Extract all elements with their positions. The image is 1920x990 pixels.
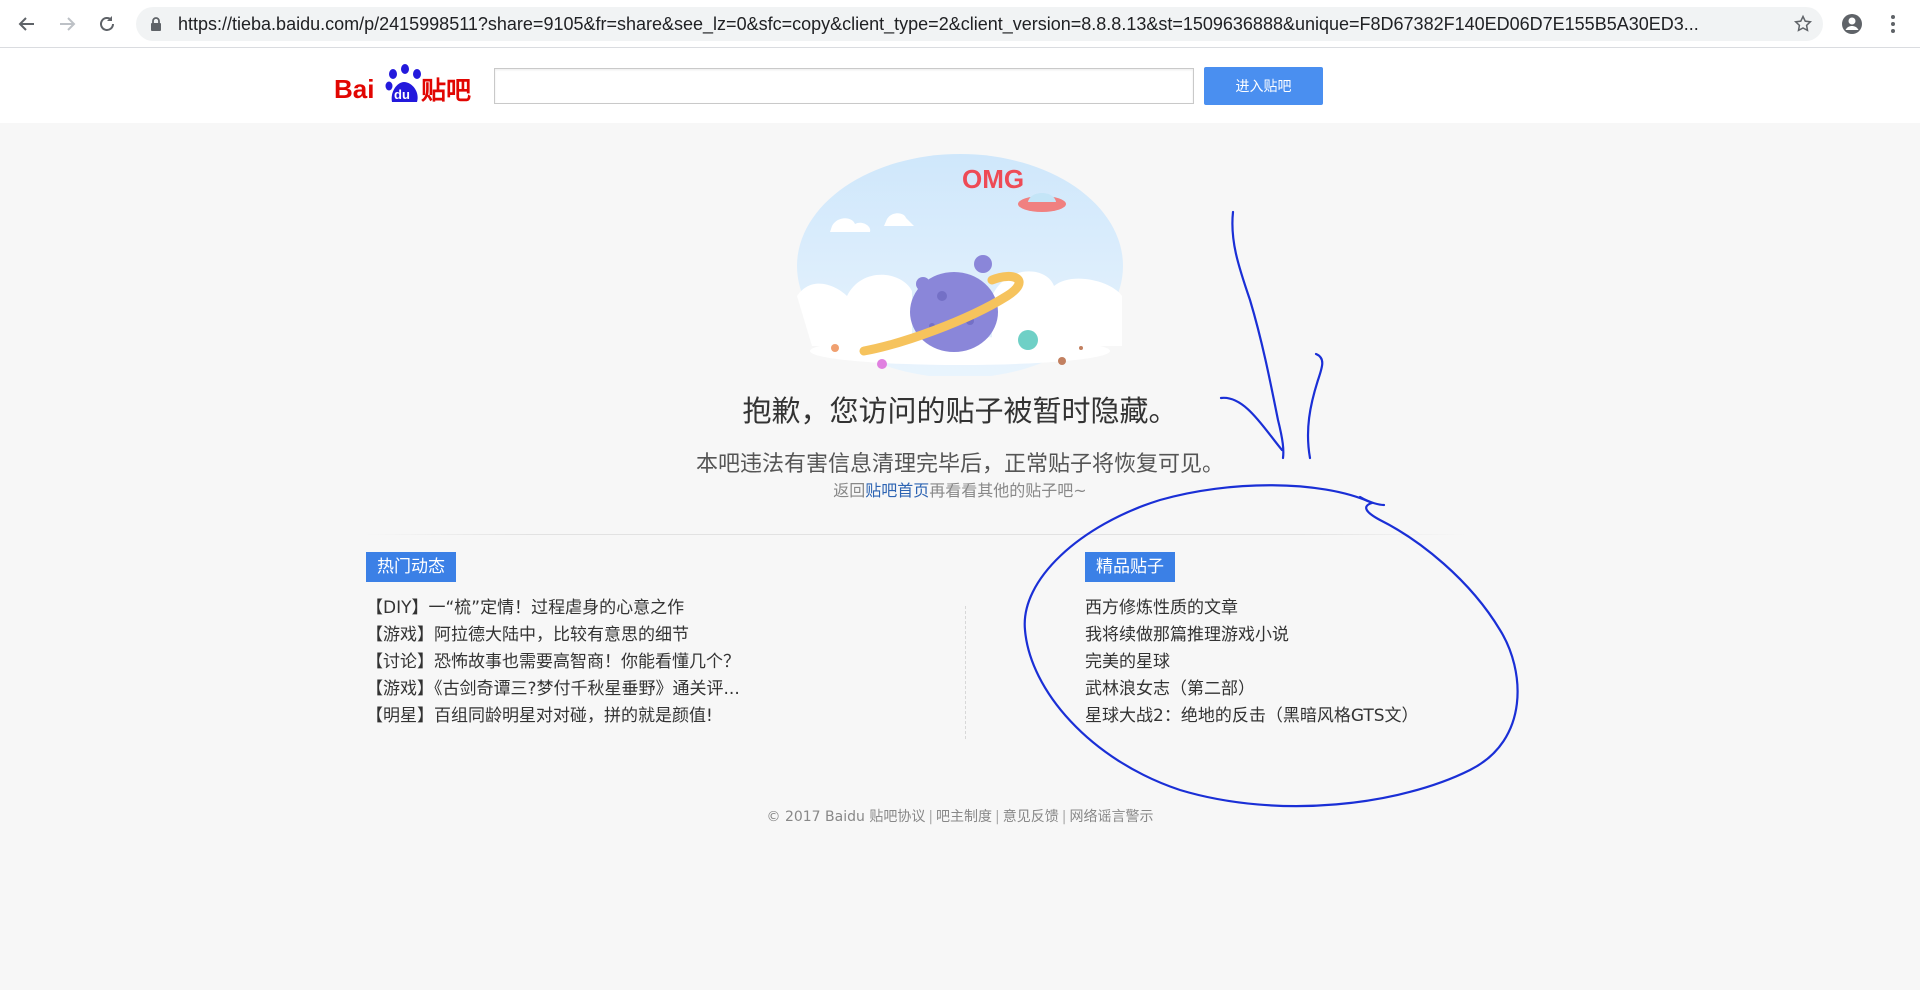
lock-icon	[150, 16, 162, 36]
hot-post-item[interactable]: 【明星】百组同龄明星对对碰，拼的就是颜值!	[366, 703, 740, 730]
page-footer: © 2017 Baidu 贴吧协议 | 吧主制度 | 意见反馈 | 网络谣言警示	[766, 809, 1154, 825]
footer-link-agreement[interactable]: 贴吧协议	[869, 809, 925, 825]
featured-post-item[interactable]: 西方修炼性质的文章	[1085, 595, 1419, 622]
svg-text:贴吧: 贴吧	[421, 76, 471, 105]
hidden-post-explanation: 本吧违法有害信息清理完毕后，正常贴子将恢复可见。	[695, 452, 1224, 477]
featured-post-item[interactable]: 完美的星球	[1085, 649, 1419, 676]
baidu-tieba-logo[interactable]: Bai du 贴吧	[333, 58, 483, 108]
copyright-text: © 2017 Baidu	[766, 809, 865, 825]
back-to-home-line: 返回贴吧首页再看看其他的贴子吧~	[0, 477, 1920, 501]
star-icon[interactable]	[1793, 14, 1813, 38]
back-suffix: 再看看其他的贴子吧~	[929, 481, 1087, 500]
forward-arrow-icon[interactable]	[53, 10, 81, 38]
featured-post-list: 西方修炼性质的文章 我将续做那篇推理游戏小说 完美的星球 武林浪女志（第二部） …	[1085, 595, 1419, 730]
featured-post-item[interactable]: 星球大战2：绝地的反击（黑暗风格GTS文）	[1085, 703, 1419, 730]
hot-post-item[interactable]: 【讨论】恐怖故事也需要高智商！你能看懂几个？	[366, 649, 740, 676]
tieba-home-link[interactable]: 贴吧首页	[865, 481, 929, 500]
omg-planet-illustration: OMG	[792, 146, 1128, 378]
featured-post-item[interactable]: 我将续做那篇推理游戏小说	[1085, 622, 1419, 649]
browser-toolbar: https://tieba.baidu.com/p/2415998511?sha…	[0, 0, 1920, 48]
svg-text:du: du	[394, 87, 410, 102]
back-prefix: 返回	[833, 481, 866, 500]
account-icon[interactable]	[1838, 10, 1866, 38]
footer-link-moderator-rules[interactable]: 吧主制度	[936, 809, 992, 825]
section-divider	[366, 534, 1466, 535]
hot-post-list: 【DIY】一“梳”定情！过程虐身的心意之作 【游戏】阿拉德大陆中，比较有意思的细…	[366, 595, 740, 730]
address-bar[interactable]: https://tieba.baidu.com/p/2415998511?sha…	[136, 7, 1823, 41]
svg-text:Bai: Bai	[334, 74, 374, 104]
hidden-post-headline: 抱歉，您访问的贴子被暂时隐藏。	[742, 394, 1178, 428]
featured-section-title: 精品贴子	[1085, 552, 1175, 582]
hot-post-item[interactable]: 【游戏】阿拉德大陆中，比较有意思的细节	[366, 622, 740, 649]
footer-link-feedback[interactable]: 意见反馈	[1003, 809, 1059, 825]
back-arrow-icon[interactable]	[13, 10, 41, 38]
hot-post-item[interactable]: 【DIY】一“梳”定情！过程虐身的心意之作	[366, 595, 740, 622]
hot-section-title: 热门动态	[366, 552, 456, 582]
tieba-search-input[interactable]	[494, 68, 1194, 104]
omg-text: OMG	[962, 164, 1024, 194]
url-text[interactable]: https://tieba.baidu.com/p/2415998511?sha…	[178, 7, 1768, 41]
column-divider	[965, 606, 966, 739]
reload-icon[interactable]	[93, 10, 121, 38]
footer-link-rumor-warning[interactable]: 网络谣言警示	[1069, 809, 1153, 825]
enter-tieba-button[interactable]: 进入贴吧	[1204, 67, 1323, 105]
hot-post-item[interactable]: 【游戏】《古剑奇谭三?梦付千秋星垂野》通关评...	[366, 676, 740, 703]
menu-dots-icon[interactable]	[1879, 10, 1907, 38]
site-header: Bai du 贴吧 进入贴吧	[0, 48, 1920, 123]
featured-post-item[interactable]: 武林浪女志（第二部）	[1085, 676, 1419, 703]
